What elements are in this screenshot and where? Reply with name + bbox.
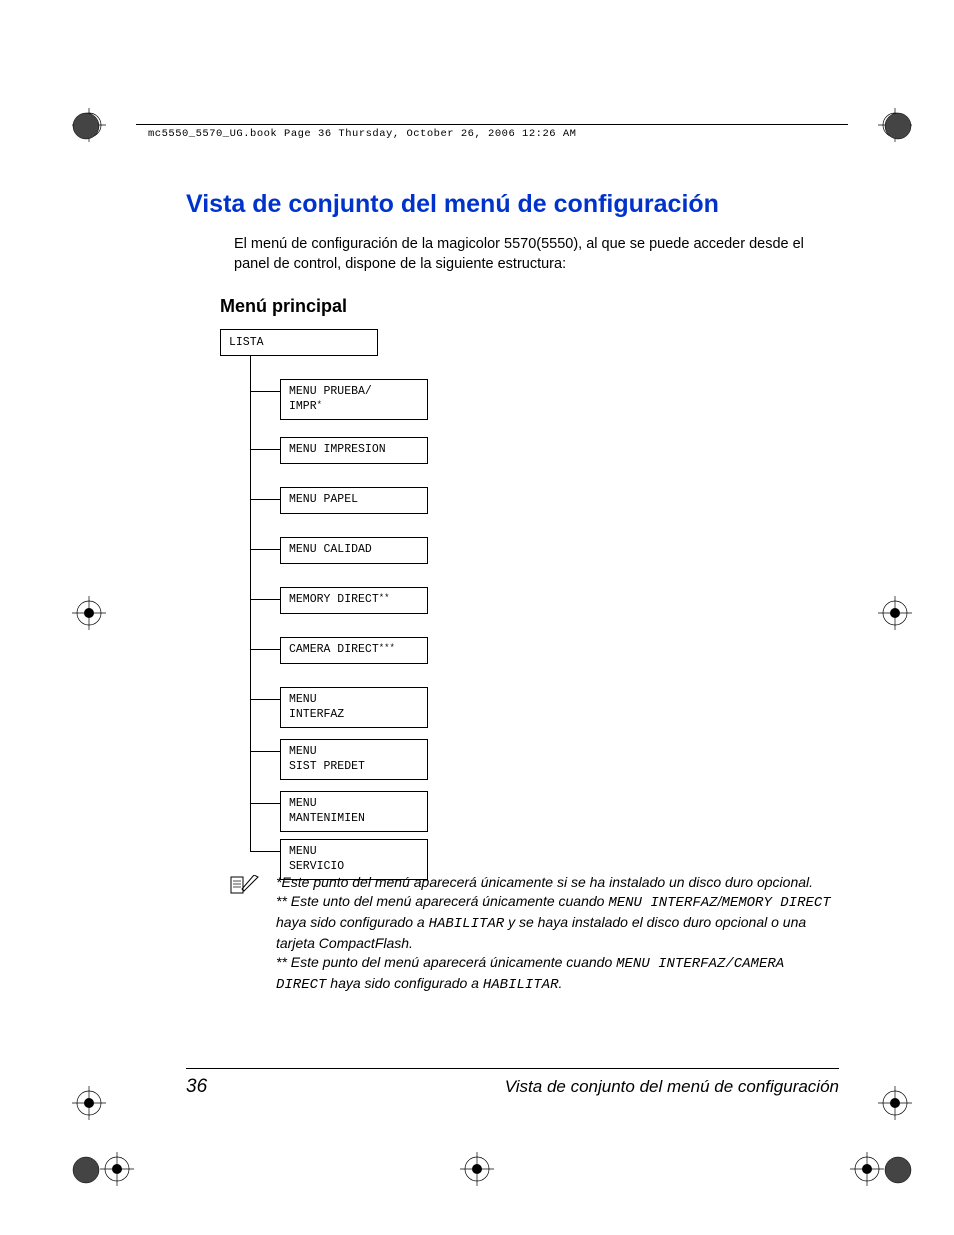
footnote-line: . — [559, 975, 563, 991]
registration-mark-icon — [878, 596, 912, 630]
note-icon — [230, 875, 260, 895]
tree-connector — [250, 449, 280, 450]
tree-connector — [250, 649, 280, 650]
registration-mark-icon — [72, 1086, 106, 1120]
running-header: mc5550_5570_UG.book Page 36 Thursday, Oc… — [148, 128, 576, 140]
solid-ball-icon — [884, 1156, 912, 1184]
footer-title: Vista de conjunto del menú de configurac… — [505, 1077, 839, 1097]
footnote-mono: HABILITAR — [429, 916, 505, 932]
footer-rule — [186, 1068, 839, 1069]
registration-mark-icon — [878, 1086, 912, 1120]
tree-child-box: MENU CALIDAD — [280, 537, 428, 563]
tree-connector — [250, 391, 280, 392]
footnote-line: ** Este punto del menú aparecerá únicame… — [276, 954, 616, 970]
solid-ball-icon — [72, 112, 100, 140]
tree-child-box: CAMERA DIRECT*** — [280, 637, 428, 663]
solid-ball-icon — [884, 112, 912, 140]
menu-tree: LISTA MENU PRUEBA/IMPR* MENU IMPRESION MEN… — [220, 329, 839, 865]
footnote-line: ** Este unto del menú aparecerá únicamen… — [276, 893, 608, 909]
tree-child-box: MENUMANTENIMIEN — [280, 791, 428, 832]
footnote-mono: HABILITAR — [483, 977, 559, 993]
tree-child-box: MENUSIST PREDET — [280, 739, 428, 780]
registration-mark-icon — [460, 1152, 494, 1186]
footnote-line: *Este punto del menú aparecerá únicament… — [276, 874, 813, 890]
tree-child-box: MENUINTERFAZ — [280, 687, 428, 728]
footnote-line: haya sido configurado a — [276, 914, 429, 930]
page-number: 36 — [186, 1076, 207, 1098]
tree-connector — [250, 599, 280, 600]
solid-ball-icon — [72, 1156, 100, 1184]
page-title: Vista de conjunto del menú de configurac… — [186, 190, 839, 219]
footnote-mono: MEMORY DIRECT — [721, 895, 830, 911]
intro-paragraph: El menú de configuración de la magicolor… — [234, 235, 839, 274]
registration-mark-icon — [72, 596, 106, 630]
tree-child-box: MENU PAPEL — [280, 487, 428, 513]
tree-connector — [250, 499, 280, 500]
tree-connector — [250, 851, 280, 852]
tree-child-box: MENU IMPRESION — [280, 437, 428, 463]
footnote-mono: MENU INTERFAZ — [608, 895, 717, 911]
header-rule — [136, 124, 848, 125]
registration-mark-icon — [100, 1152, 134, 1186]
tree-connector — [250, 699, 280, 700]
section-heading: Menú principal — [220, 296, 839, 317]
footnote-block: *Este punto del menú aparecerá únicament… — [234, 873, 839, 994]
tree-connector — [250, 803, 280, 804]
tree-stem — [250, 356, 251, 852]
tree-connector — [250, 751, 280, 752]
tree-child-box: MENU PRUEBA/IMPR* — [280, 379, 428, 420]
registration-mark-icon — [850, 1152, 884, 1186]
tree-child-box: MEMORY DIRECT** — [280, 587, 428, 613]
footnote-line: haya sido configurado a — [326, 975, 482, 991]
tree-connector — [250, 549, 280, 550]
tree-root-box: LISTA — [220, 329, 378, 356]
